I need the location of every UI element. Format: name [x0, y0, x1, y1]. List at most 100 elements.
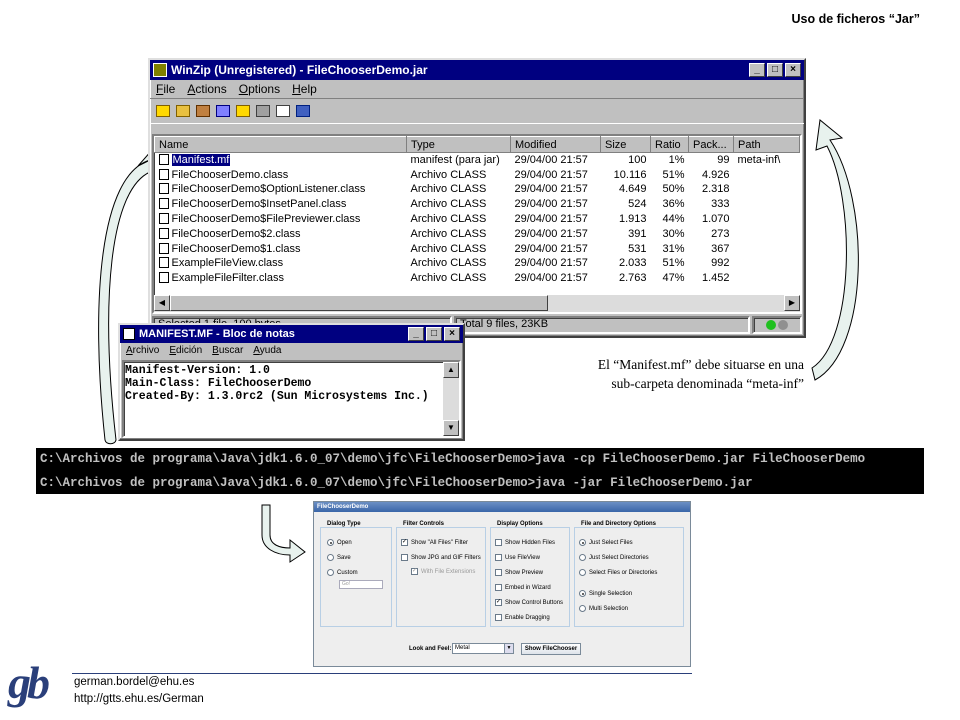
open-icon[interactable]: [176, 105, 190, 117]
console-line-2: C:\Archivos de programa\Java\jdk1.6.0_07…: [36, 476, 757, 490]
check-fileview[interactable]: Use FileView: [495, 554, 540, 561]
column-header-modified[interactable]: Modified: [510, 136, 601, 153]
check-hidden-files[interactable]: Show Hidden Files: [495, 539, 555, 546]
table-cell: 29/04/00 21:57: [514, 183, 588, 196]
table-cell: 333: [711, 198, 730, 211]
table-cell: [734, 212, 800, 227]
table-row[interactable]: FileChooserDemo$2.class Archivo CLASS 29/0…: [155, 226, 800, 241]
table-row[interactable]: Manifest.mf manifest (para jar) 29/04/00 2…: [155, 153, 800, 168]
menu-actions[interactable]: Actions: [187, 82, 226, 96]
file-name-cell: FileChooserDemo$2.class: [155, 226, 407, 241]
wizard-icon[interactable]: [296, 105, 310, 117]
file-name: FileChooserDemo$FilePreviewer.class: [171, 213, 361, 226]
notepad-menu-ayuda[interactable]: Ayuda: [253, 345, 281, 356]
notepad-maximize-button[interactable]: □: [426, 327, 442, 341]
file-dir-options-title: File and Directory Options: [579, 521, 659, 527]
radio-files-or-dirs[interactable]: Select Files or Directories: [579, 569, 657, 576]
check-all-files[interactable]: ✓ Show "All Files" Filter: [401, 539, 468, 546]
radio-single-selection-label: Single Selection: [589, 590, 633, 597]
custom-text-field[interactable]: Go!: [339, 580, 383, 589]
table-cell: 29/04/00 21:57: [514, 272, 588, 285]
table-cell: 29/04/00 21:57: [514, 154, 588, 167]
view-icon[interactable]: [256, 105, 270, 117]
radio-open[interactable]: Open: [327, 539, 352, 546]
maximize-button[interactable]: □: [767, 63, 783, 77]
radio-just-dirs[interactable]: Just Select Directories: [579, 554, 649, 561]
notepad-text-area[interactable]: Manifest-Version: 1.0 Main-Class: FileCh…: [122, 360, 461, 438]
notepad-close-button[interactable]: ×: [444, 327, 460, 341]
check-dragging-label: Enable Dragging: [505, 614, 550, 621]
footer-rule: [72, 673, 692, 674]
radio-open-label: Open: [337, 539, 352, 546]
scroll-thumb[interactable]: [170, 295, 548, 311]
extract-icon[interactable]: [236, 105, 250, 117]
column-header-pack[interactable]: Pack...: [688, 136, 734, 153]
table-row[interactable]: FileChooserDemo.class Archivo CLASS 29/04/…: [155, 167, 800, 182]
check-preview[interactable]: Show Preview: [495, 569, 543, 576]
menu-help[interactable]: Help: [292, 82, 317, 96]
radio-save[interactable]: Save: [327, 554, 351, 561]
scroll-right-button[interactable]: ▶: [784, 295, 800, 311]
table-cell: 531: [628, 242, 647, 255]
check-dragging[interactable]: Enable Dragging: [495, 614, 550, 621]
column-header-path[interactable]: Path: [733, 136, 800, 153]
menu-options[interactable]: Options: [239, 82, 280, 96]
table-cell: 4.926: [701, 168, 730, 181]
file-icon: [158, 213, 169, 225]
check-control-buttons[interactable]: ✓ Show Control Buttons: [495, 599, 563, 606]
radio-single-selection[interactable]: Single Selection: [579, 590, 632, 597]
status-lights: [752, 316, 802, 334]
column-header-name[interactable]: Name: [154, 136, 407, 153]
notepad-vscroll[interactable]: ▲ ▼: [443, 362, 459, 436]
radio-multi-selection[interactable]: Multi Selection: [579, 605, 628, 612]
notepad-scroll-up[interactable]: ▲: [443, 362, 459, 378]
gray-light-icon: [778, 320, 788, 330]
table-cell: 29/04/00 21:57: [514, 257, 588, 270]
notepad-menu-archivo[interactable]: Archivo: [126, 345, 159, 356]
radio-custom[interactable]: Custom: [327, 569, 358, 576]
notepad-menu-edicion[interactable]: Edición: [169, 345, 202, 356]
column-header-ratio[interactable]: Ratio: [650, 136, 689, 153]
table-cell: Archivo CLASS: [410, 227, 487, 240]
check-jpg-gif[interactable]: Show JPG and GIF Filters: [401, 554, 481, 561]
check-wizard[interactable]: Embed in Wizard: [495, 584, 551, 591]
file-name: FileChooserDemo$OptionListener.class: [171, 183, 366, 196]
close-button[interactable]: ×: [785, 63, 801, 77]
table-row[interactable]: FileChooserDemo$OptionListener.class Arch…: [155, 182, 800, 197]
check-jpg-gif-label: Show JPG and GIF Filters: [411, 554, 481, 561]
check-extensions[interactable]: ✓ With File Extensions: [411, 568, 475, 575]
checkout-icon[interactable]: [276, 105, 290, 117]
favorites-icon[interactable]: [196, 105, 210, 117]
table-row[interactable]: ExampleFileFilter.class Archivo CLASS 29/0…: [155, 271, 800, 286]
display-options-title: Display Options: [495, 521, 545, 527]
column-header-type[interactable]: Type: [406, 136, 511, 153]
notepad-scroll-down[interactable]: ▼: [443, 420, 459, 436]
minimize-button[interactable]: _: [749, 63, 765, 77]
scroll-left-button[interactable]: ◀: [154, 295, 170, 311]
table-row[interactable]: FileChooserDemo$InsetPanel.class Archivo …: [155, 197, 800, 212]
status-right: Total 9 files, 23KB: [454, 316, 750, 334]
column-header-size[interactable]: Size: [600, 136, 651, 153]
table-cell: [734, 167, 800, 182]
add-icon[interactable]: [216, 105, 230, 117]
check-all-files-label: Show "All Files" Filter: [411, 539, 468, 546]
table-cell: Archivo CLASS: [410, 168, 487, 181]
table-row[interactable]: ExampleFileView.class Archivo CLASS 29/04/…: [155, 256, 800, 271]
new-icon[interactable]: [156, 105, 170, 117]
radio-multi-selection-label: Multi Selection: [589, 605, 629, 612]
horizontal-scrollbar[interactable]: ◀ ▶: [154, 295, 800, 312]
show-filechooser-button[interactable]: Show FileChooser: [521, 643, 581, 655]
table-row[interactable]: FileChooserDemo$1.class Archivo CLASS 29/0…: [155, 241, 800, 256]
notepad-window: MANIFEST.MF - Bloc de notas _ □ × Archiv…: [118, 323, 465, 441]
table-cell: 1.070: [701, 213, 730, 226]
table-cell: 10.116: [613, 168, 647, 181]
look-and-feel-select[interactable]: Metal ▼: [452, 643, 514, 654]
table-cell: 50%: [662, 183, 685, 196]
notepad-menu-buscar[interactable]: Buscar: [212, 345, 243, 356]
annotation-line-1: El “Manifest.mf” debe situarse en una: [597, 357, 804, 372]
table-row[interactable]: FileChooserDemo$FilePreviewer.class Archi…: [155, 212, 800, 227]
filter-controls-title: Filter Controls: [401, 521, 447, 527]
menu-file[interactable]: File: [156, 82, 175, 96]
notepad-minimize-button[interactable]: _: [408, 327, 424, 341]
radio-just-files[interactable]: Just Select Files: [579, 539, 633, 546]
